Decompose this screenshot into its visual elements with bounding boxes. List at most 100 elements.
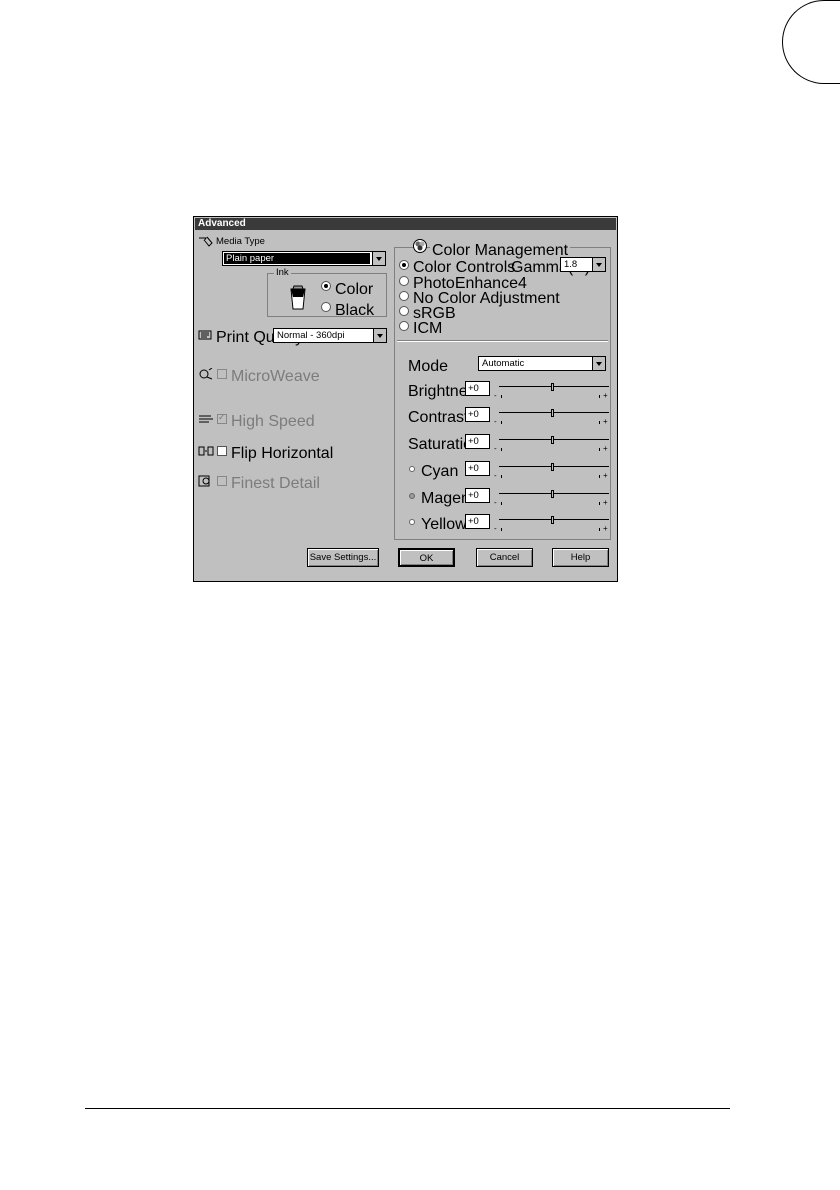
cancel-button[interactable]: Cancel — [476, 548, 533, 567]
microweave-icon — [199, 368, 213, 380]
slider-min-tick — [501, 421, 502, 424]
microweave-checkbox[interactable] — [217, 369, 227, 379]
adjustment-value-input[interactable]: +0 — [465, 381, 490, 396]
color-controls-radio[interactable] — [399, 260, 409, 270]
slider-thumb[interactable] — [551, 463, 554, 471]
magenta-dot-icon — [409, 493, 415, 499]
slider-thumb[interactable] — [551, 490, 554, 498]
icm-radio[interactable] — [399, 321, 409, 331]
ink-black-label: Black — [335, 302, 375, 319]
print-quality-icon — [198, 330, 212, 340]
slider-track — [499, 519, 609, 520]
slider-minus-label: - — [494, 444, 497, 453]
chevron-down-icon[interactable] — [592, 258, 605, 271]
flip-horizontal-checkbox[interactable] — [217, 446, 227, 456]
media-type-value: Plain paper — [224, 253, 370, 264]
ok-button[interactable]: OK — [398, 548, 455, 567]
slider-plus-label: + — [603, 417, 608, 426]
high-speed-label: High Speed — [231, 413, 315, 430]
divider — [397, 340, 608, 342]
adjustment-label: Contrast — [408, 409, 469, 426]
slider-plus-label: + — [603, 471, 608, 480]
slider-track — [499, 439, 609, 440]
icm-label: ICM — [413, 320, 443, 337]
finest-detail-icon — [198, 475, 210, 487]
slider-plus-label: + — [603, 444, 608, 453]
slider-max-tick — [599, 475, 600, 478]
slider-min-tick — [501, 475, 502, 478]
color-management-title: Color Management — [430, 242, 571, 260]
adjustment-value-input[interactable]: +0 — [465, 407, 490, 422]
finest-detail-label: Finest Detail — [231, 475, 320, 492]
adjustment-value-input[interactable]: +0 — [465, 514, 490, 529]
slider-max-tick — [599, 448, 600, 451]
mode-select[interactable]: Automatic — [478, 356, 606, 371]
slider-max-tick — [599, 395, 600, 398]
adjustment-slider[interactable]: - + — [494, 516, 609, 533]
slider-minus-label: - — [494, 417, 497, 426]
slider-thumb[interactable] — [551, 436, 554, 444]
slider-max-tick — [599, 502, 600, 505]
slider-thumb[interactable] — [551, 383, 554, 391]
flip-horizontal-label: Flip Horizontal — [231, 445, 334, 462]
adjustment-slider[interactable]: - + — [494, 490, 609, 507]
slider-thumb[interactable] — [551, 409, 554, 417]
ink-color-label: Color — [335, 281, 374, 298]
finest-detail-checkbox[interactable] — [217, 476, 227, 486]
media-type-select[interactable]: Plain paper — [222, 251, 386, 266]
slider-min-tick — [501, 528, 502, 531]
print-quality-value: Normal - 360dpi — [277, 330, 345, 341]
microweave-label: MicroWeave — [231, 368, 320, 385]
srgb-radio[interactable] — [399, 306, 409, 316]
print-quality-select[interactable]: Normal - 360dpi — [273, 328, 387, 343]
page-edge-tab — [782, 0, 840, 84]
slider-max-tick — [599, 421, 600, 424]
color-management-icon — [413, 239, 427, 253]
slider-minus-label: - — [494, 524, 497, 533]
slider-track — [499, 386, 609, 387]
cyan-dot-icon — [409, 466, 415, 472]
slider-plus-label: + — [603, 498, 608, 507]
save-settings-button[interactable]: Save Settings... — [307, 548, 379, 567]
slider-minus-label: - — [494, 391, 497, 400]
media-type-icon — [199, 236, 213, 247]
yellow-dot-icon — [409, 519, 415, 525]
gamma-value: 1.8 — [564, 259, 578, 270]
chevron-down-icon[interactable] — [372, 252, 385, 265]
ink-color-radio[interactable] — [321, 281, 331, 291]
adjustment-slider[interactable]: - + — [494, 436, 609, 453]
photoenhance-radio[interactable] — [399, 276, 409, 286]
adjustment-label: Yellow — [421, 516, 467, 533]
slider-min-tick — [501, 448, 502, 451]
chevron-down-icon[interactable] — [592, 357, 605, 370]
adjustment-slider[interactable]: - + — [494, 409, 609, 426]
adjustment-slider[interactable]: - + — [494, 463, 609, 480]
gamma-select[interactable]: 1.8 — [560, 257, 606, 272]
ink-group-title: Ink — [274, 267, 291, 278]
high-speed-checkbox[interactable] — [217, 412, 227, 424]
slider-plus-label: + — [603, 524, 608, 533]
mode-label: Mode — [408, 358, 449, 375]
ink-black-radio[interactable] — [321, 302, 331, 312]
footer-rule — [85, 1108, 730, 1109]
slider-max-tick — [599, 528, 600, 531]
slider-thumb[interactable] — [551, 516, 554, 524]
slider-minus-label: - — [494, 498, 497, 507]
slider-track — [499, 493, 609, 494]
slider-min-tick — [501, 395, 502, 398]
chevron-down-icon[interactable] — [373, 329, 386, 342]
slider-min-tick — [501, 502, 502, 505]
adjustment-value-input[interactable]: +0 — [465, 461, 490, 476]
no-color-adjustment-radio[interactable] — [399, 291, 409, 301]
adjustment-value-input[interactable]: +0 — [465, 488, 490, 503]
slider-track — [499, 412, 609, 413]
adjustment-label: Cyan — [421, 463, 459, 480]
help-button[interactable]: Help — [552, 548, 609, 567]
media-type-label: Media Type — [216, 236, 265, 247]
high-speed-icon — [199, 415, 213, 423]
flip-horizontal-icon — [198, 446, 214, 456]
dialog-title: Advanced — [195, 218, 616, 230]
adjustment-slider[interactable]: - + — [494, 383, 609, 400]
adjustment-value-input[interactable]: +0 — [465, 434, 490, 449]
mode-value: Automatic — [482, 358, 525, 369]
